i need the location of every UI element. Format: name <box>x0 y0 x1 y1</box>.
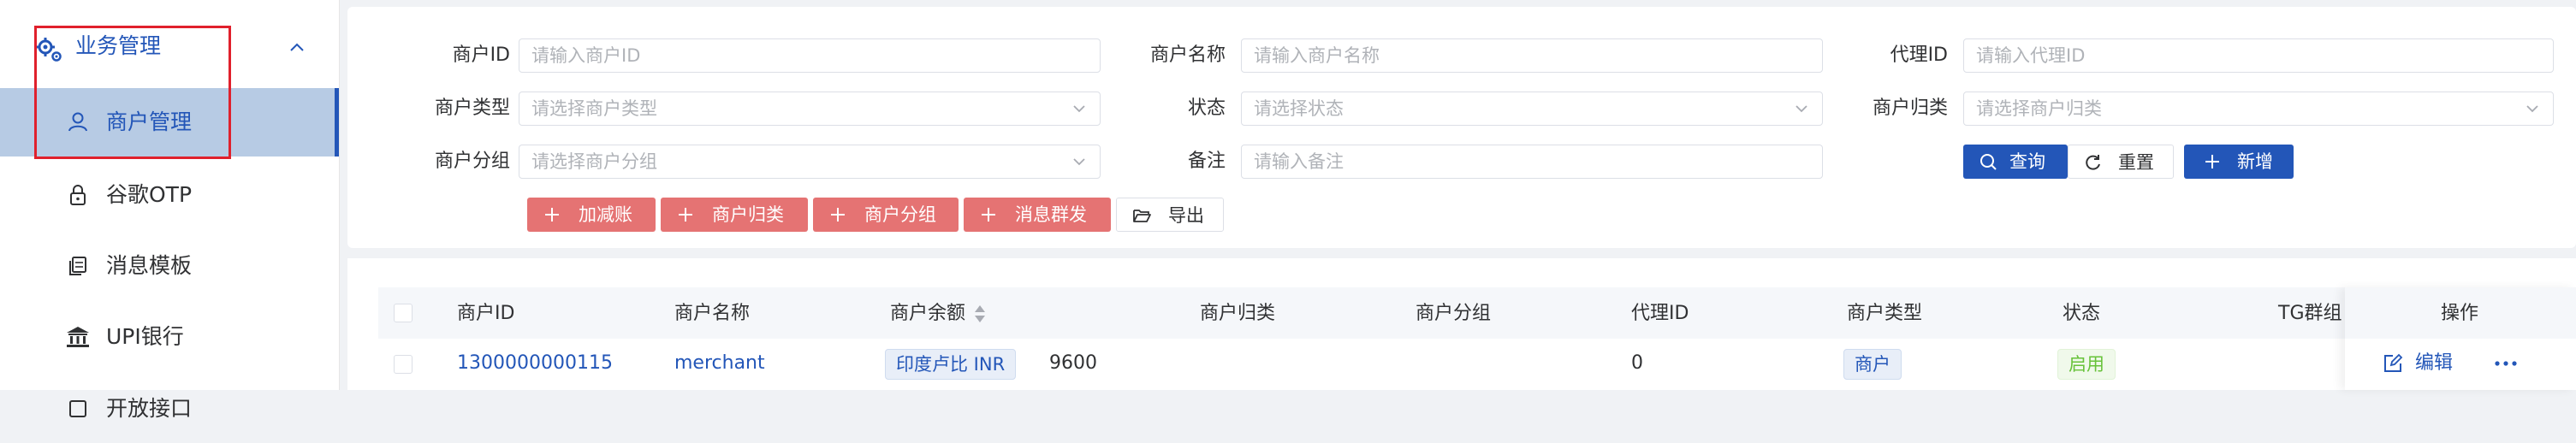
merchant-id-input[interactable]: 请输入商户ID <box>519 38 1101 73</box>
sidebar-item-upi-bank[interactable]: UPI银行 <box>0 303 339 371</box>
more-icon[interactable] <box>2494 357 2518 369</box>
merchant-name-input[interactable]: 请输入商户名称 <box>1241 38 1823 73</box>
plus-icon <box>982 208 995 222</box>
reset-button[interactable]: 重置 <box>2068 145 2174 179</box>
column-header: 商户ID <box>457 303 515 324</box>
chevron-down-icon <box>1073 158 1085 166</box>
merchant-group-select[interactable]: 请选择商户分组 <box>519 145 1101 179</box>
export-button[interactable]: 导出 <box>1116 198 1224 232</box>
refresh-icon <box>2086 155 2100 170</box>
merchant-table: 商户ID 商户名称 商户余额 商户归类 商户分组 代理ID 商户类型 状态 TG… <box>347 258 2576 390</box>
broadcast-message-button[interactable]: 消息群发 <box>964 198 1111 232</box>
plus-icon <box>2205 155 2219 168</box>
search-icon <box>1980 154 1997 170</box>
merchant-id-label: 商户ID <box>452 44 510 66</box>
edit-icon <box>2384 353 2403 372</box>
chevron-down-icon <box>1073 105 1085 113</box>
sidebar-item-open-api[interactable]: 开放接口 <box>0 375 339 443</box>
status-badge: 启用 <box>2057 349 2116 380</box>
chevron-down-icon <box>1795 105 1807 113</box>
folder-open-icon <box>1133 210 1151 222</box>
sidebar-item-message-template[interactable]: 消息模板 <box>0 232 339 300</box>
adjust-balance-button[interactable]: 加减账 <box>527 198 656 232</box>
merchant-category-select[interactable]: 请选择商户归类 <box>1963 92 2554 126</box>
api-icon <box>69 400 86 417</box>
agent-id-label: 代理ID <box>1890 44 1948 66</box>
operations-column: 操作 编辑 <box>2345 287 2576 390</box>
sidebar-item-label: 消息模板 <box>106 253 193 278</box>
lock-icon <box>70 185 86 205</box>
select-all-checkbox[interactable] <box>394 304 413 322</box>
column-header: 商户类型 <box>1847 303 1923 324</box>
merchant-name-link[interactable]: merchant <box>674 351 765 376</box>
query-button[interactable]: 查询 <box>1963 145 2068 179</box>
categorize-button[interactable]: 商户归类 <box>661 198 808 232</box>
sidebar-item-google-otp[interactable]: 谷歌OTP <box>0 161 339 229</box>
merchant-type-select[interactable]: 请选择商户类型 <box>519 92 1101 126</box>
merchant-type-tag: 商户 <box>1843 349 1902 380</box>
sort-icon[interactable] <box>972 303 988 325</box>
column-header: TG群组 <box>2278 303 2342 324</box>
plus-icon <box>679 208 692 222</box>
chevron-up-icon[interactable] <box>288 38 306 56</box>
status-select[interactable]: 请选择状态 <box>1241 92 1823 126</box>
currency-tag: 印度卢比 INR <box>885 349 1017 380</box>
row-checkbox[interactable] <box>394 355 413 374</box>
bank-icon <box>67 327 89 347</box>
remark-input[interactable]: 请输入备注 <box>1241 145 1823 179</box>
balance-value: 9600 <box>1049 352 1097 374</box>
agent-id-input[interactable]: 请输入代理ID <box>1963 38 2554 73</box>
column-header: 商户名称 <box>674 303 751 324</box>
column-header: 代理ID <box>1631 303 1689 324</box>
highlight-box <box>34 26 231 159</box>
column-header: 状态 <box>2063 303 2101 324</box>
remark-label: 备注 <box>1187 151 1226 172</box>
plus-icon <box>545 208 559 222</box>
merchant-group-label: 商户分组 <box>434 151 510 172</box>
sidebar-item-label: UPI银行 <box>106 324 184 349</box>
sidebar: 业务管理 商户管理 谷歌OTP 消息模板 UPI银行 开放接口 <box>0 0 340 421</box>
add-button[interactable]: 新增 <box>2184 145 2294 179</box>
sidebar-item-label: 谷歌OTP <box>106 182 193 207</box>
copy-icon <box>69 257 86 275</box>
chevron-down-icon <box>2526 105 2538 113</box>
table-row: 1300000000115 merchant 印度卢比 INR 9600 0 商… <box>378 339 2345 390</box>
filter-panel: 商户ID 请输入商户ID 商户名称 请输入商户名称 代理ID 请输入代理ID 商… <box>347 7 2576 248</box>
sidebar-item-label: 开放接口 <box>106 396 193 421</box>
status-label: 状态 <box>1187 97 1226 119</box>
column-header: 商户分组 <box>1416 303 1492 324</box>
column-header-sortable[interactable]: 商户余额 <box>890 301 965 327</box>
column-header: 商户归类 <box>1200 303 1276 324</box>
merchant-name-label: 商户名称 <box>1149 44 1226 66</box>
table-header: 商户ID 商户名称 商户余额 商户归类 商户分组 代理ID 商户类型 状态 TG… <box>378 287 2576 339</box>
agent-id-value: 0 <box>1631 352 1643 374</box>
column-header: 操作 <box>2441 303 2479 324</box>
plus-icon <box>831 208 845 222</box>
merchant-category-label: 商户归类 <box>1872 97 1948 119</box>
merchant-id-link[interactable]: 1300000000115 <box>457 351 613 376</box>
group-button[interactable]: 商户分组 <box>813 198 959 232</box>
merchant-type-label: 商户类型 <box>434 97 510 119</box>
